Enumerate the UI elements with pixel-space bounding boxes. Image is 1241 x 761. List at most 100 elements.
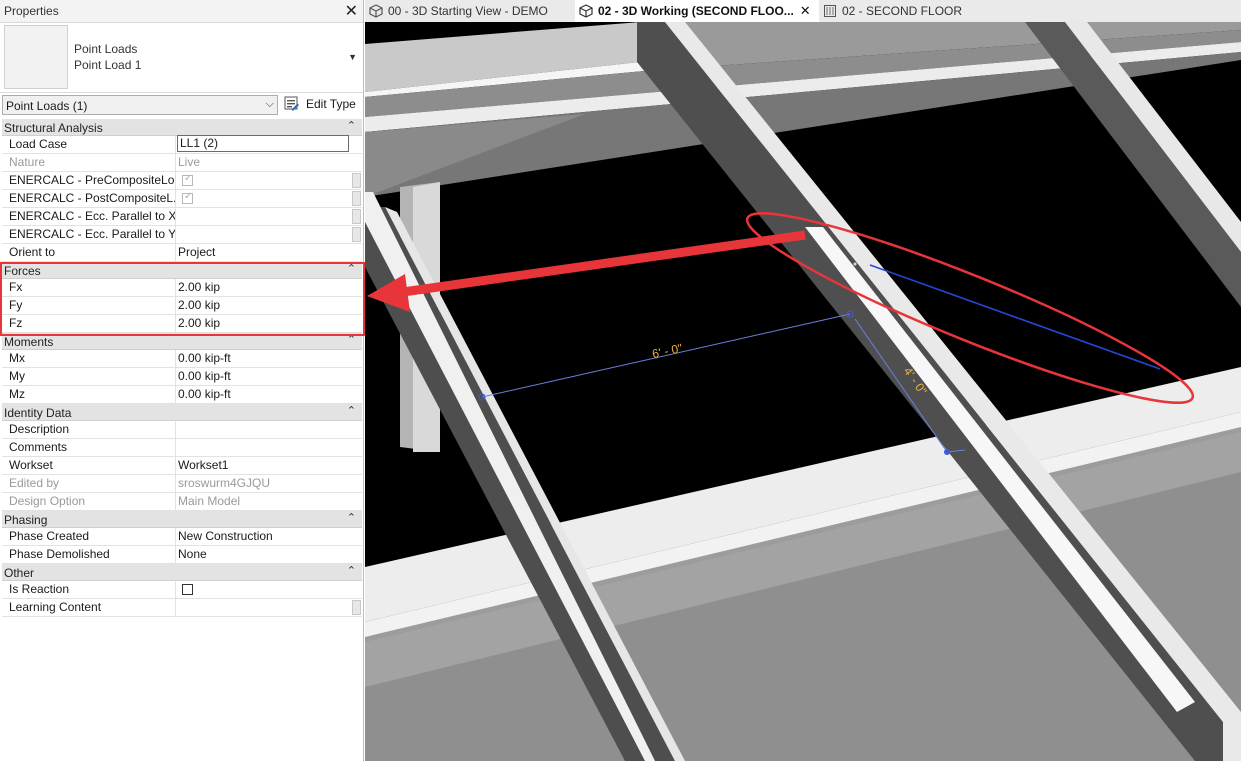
group-moments[interactable]: Moments ⌃	[2, 333, 362, 350]
property-value[interactable]	[178, 599, 350, 616]
dimension-endpoint[interactable]	[944, 449, 950, 455]
collapse-icon[interactable]: ⌃	[347, 262, 356, 275]
property-label: Fy	[2, 297, 176, 314]
row-button[interactable]	[352, 191, 361, 206]
properties-panel: Properties ✕ Point Loads Point Load 1 ▼ …	[0, 0, 365, 761]
property-value[interactable]: 0.00 kip-ft	[178, 386, 350, 403]
property-label: Orient to	[2, 244, 176, 261]
collapse-icon[interactable]: ⌃	[347, 564, 356, 577]
3d-view-icon	[579, 4, 593, 18]
property-value[interactable]: 2.00 kip	[178, 279, 350, 296]
group-forces[interactable]: Forces ⌃	[2, 262, 362, 279]
property-label: Phase Demolished	[2, 546, 176, 563]
property-value: sroswurm4GJQU	[178, 476, 271, 490]
property-value[interactable]	[178, 421, 350, 438]
property-label: Mx	[2, 350, 176, 367]
collapse-icon[interactable]: ⌃	[347, 404, 356, 417]
property-row-orient-to[interactable]: Orient to Project	[2, 244, 362, 262]
properties-title-bar: Properties ✕	[0, 0, 363, 23]
collapse-icon[interactable]: ⌃	[347, 333, 356, 346]
tab-label: 02 - SECOND FLOOR	[842, 4, 963, 18]
property-label: ENERCALC - PreCompositeLo...	[2, 172, 176, 189]
property-row-edited-by: Edited by sroswurm4GJQU	[2, 475, 362, 493]
group-label: Phasing	[4, 513, 48, 527]
instance-filter-dropdown[interactable]: Point Loads (1) ⌵	[2, 95, 278, 115]
property-label: Design Option	[2, 493, 176, 510]
property-row-fx[interactable]: Fx 2.00 kip	[2, 279, 362, 297]
group-structural-analysis[interactable]: Structural Analysis ⌃	[2, 119, 362, 136]
property-value[interactable]: 0.00 kip-ft	[178, 368, 350, 385]
group-other[interactable]: Other ⌃	[2, 564, 362, 581]
row-button[interactable]	[352, 209, 361, 224]
property-row-phase-created[interactable]: Phase Created New Construction	[2, 528, 362, 546]
row-button[interactable]	[352, 600, 361, 615]
property-label: Workset	[2, 457, 176, 474]
property-label: Description	[2, 421, 176, 438]
property-row-enercalc-post[interactable]: ENERCALC - PostCompositeL...	[2, 190, 362, 208]
group-identity-data[interactable]: Identity Data ⌃	[2, 404, 362, 421]
annotation-arrow-shaft	[402, 230, 806, 297]
property-row-load-case[interactable]: Load Case LL1 (2)	[2, 135, 362, 154]
row-button[interactable]	[352, 227, 361, 242]
properties-title: Properties	[4, 4, 59, 18]
group-label: Moments	[4, 335, 54, 349]
group-label: Other	[4, 566, 35, 580]
edit-type-label: Edit Type	[306, 97, 356, 111]
is-reaction-checkbox[interactable]	[182, 584, 193, 595]
property-value[interactable]: 2.00 kip	[178, 315, 350, 332]
property-row-enercalc-yy[interactable]: ENERCALC - Ecc. Parallel to YY	[2, 226, 362, 244]
point-load-origin[interactable]	[853, 262, 857, 266]
property-label: Nature	[2, 154, 176, 171]
property-row-workset[interactable]: Workset Workset1	[2, 457, 362, 475]
group-label: Forces	[4, 264, 41, 278]
view-tabs: 00 - 3D Starting View - DEMO 02 - 3D Wor…	[365, 0, 1241, 23]
close-tab-icon[interactable]: ✕	[800, 3, 811, 18]
collapse-icon[interactable]: ⌃	[347, 511, 356, 524]
property-row-is-reaction[interactable]: Is Reaction	[2, 581, 362, 599]
tab-3d-working[interactable]: 02 - 3D Working (SECOND FLOO... ✕	[575, 0, 819, 22]
tab-second-floor[interactable]: 02 - SECOND FLOOR	[821, 0, 1001, 22]
property-value[interactable]: 0.00 kip-ft	[178, 350, 350, 367]
3d-view-icon	[369, 4, 383, 18]
property-label: My	[2, 368, 176, 385]
property-row-nature: Nature Live	[2, 154, 362, 172]
dropdown-arrow-icon[interactable]: ▼	[348, 52, 357, 62]
property-row-my[interactable]: My 0.00 kip-ft	[2, 368, 362, 386]
enercalc-post-checkbox[interactable]	[182, 191, 193, 204]
property-label: ENERCALC - Ecc. Parallel to YY	[2, 226, 176, 243]
3d-viewport[interactable]: 6' - 0" 4' - 0"	[365, 22, 1241, 761]
property-row-mz[interactable]: Mz 0.00 kip-ft	[2, 386, 362, 404]
collapse-icon[interactable]: ⌃	[347, 119, 356, 132]
type-selector[interactable]: Point Loads Point Load 1 ▼	[0, 22, 363, 93]
property-row-fz[interactable]: Fz 2.00 kip	[2, 315, 362, 333]
enercalc-pre-checkbox[interactable]	[182, 173, 193, 186]
property-row-description[interactable]: Description	[2, 421, 362, 439]
property-row-design-option: Design Option Main Model	[2, 493, 362, 511]
edit-type-button[interactable]: Edit Type	[284, 95, 360, 115]
property-value[interactable]: Project	[178, 244, 350, 261]
property-label: Phase Created	[2, 528, 176, 545]
load-case-field[interactable]: LL1 (2)	[177, 135, 349, 152]
close-icon[interactable]: ✕	[345, 1, 358, 21]
chevron-down-icon: ⌵	[265, 98, 274, 110]
property-row-enercalc-xx[interactable]: ENERCALC - Ecc. Parallel to XX	[2, 208, 362, 226]
property-row-learning-content[interactable]: Learning Content	[2, 599, 362, 617]
property-value[interactable]: Workset1	[178, 457, 350, 474]
property-label: Edited by	[2, 475, 176, 492]
property-row-comments[interactable]: Comments	[2, 439, 362, 457]
property-row-phase-demolished[interactable]: Phase Demolished None	[2, 546, 362, 564]
tab-3d-starting-view[interactable]: 00 - 3D Starting View - DEMO	[369, 0, 575, 22]
property-row-mx[interactable]: Mx 0.00 kip-ft	[2, 350, 362, 368]
property-row-enercalc-pre[interactable]: ENERCALC - PreCompositeLo...	[2, 172, 362, 190]
row-button[interactable]	[352, 173, 361, 188]
group-phasing[interactable]: Phasing ⌃	[2, 511, 362, 528]
property-value[interactable]: New Construction	[178, 528, 350, 545]
type-thumbnail	[4, 25, 68, 89]
property-label: Fz	[2, 315, 176, 332]
group-label: Identity Data	[4, 406, 72, 420]
property-value[interactable]: 2.00 kip	[178, 297, 350, 314]
property-row-fy[interactable]: Fy 2.00 kip	[2, 297, 362, 315]
property-label: Load Case	[2, 136, 176, 153]
property-value[interactable]: None	[178, 546, 350, 563]
property-value[interactable]	[178, 439, 350, 456]
